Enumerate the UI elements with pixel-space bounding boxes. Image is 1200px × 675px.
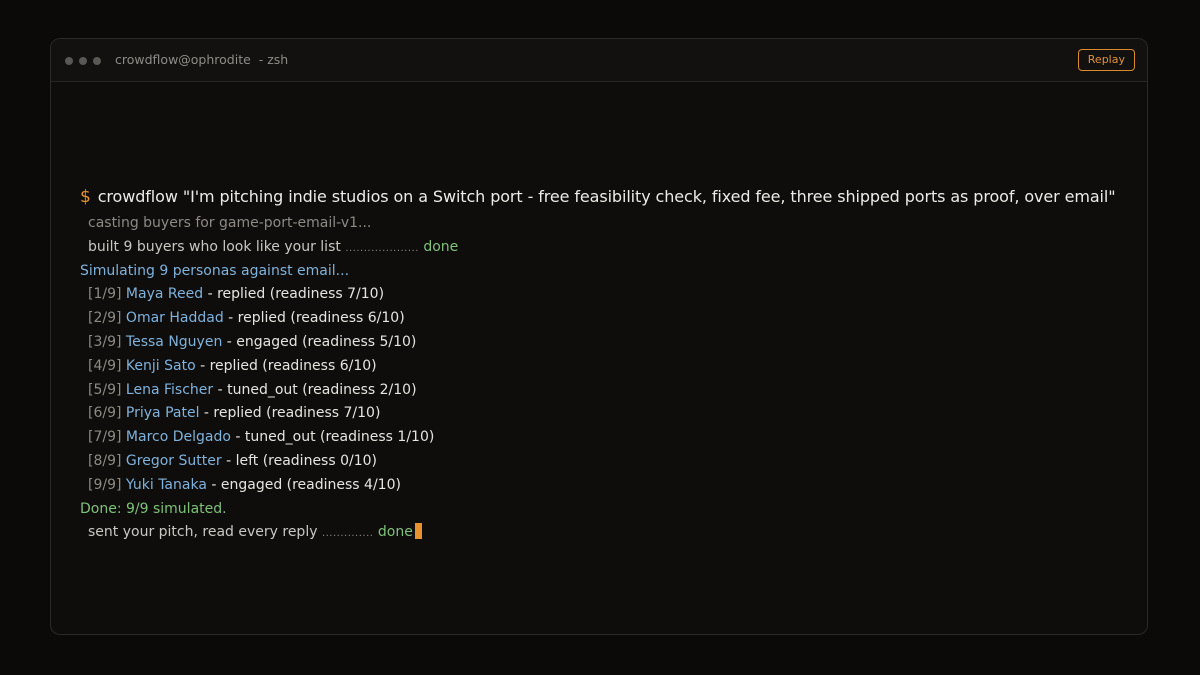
- list-item: [5/9] Lena Fischer - tuned_out (readines…: [80, 379, 1140, 403]
- persona-index: [5/9]: [88, 381, 122, 398]
- built-text: built 9 buyers who look like your list: [88, 238, 341, 255]
- cursor-block: [414, 523, 422, 540]
- list-item: [4/9] Kenji Sato - replied (readiness 6/…: [80, 355, 1140, 379]
- title-bar: crowdflow@ophrodite - zsh Replay: [51, 39, 1147, 82]
- persona-index: [9/9]: [88, 476, 122, 493]
- persona-result: - replied (readiness 6/10): [228, 310, 405, 327]
- maximize-dot-icon[interactable]: [93, 57, 101, 65]
- persona-name: Omar Haddad: [125, 310, 224, 327]
- sent-leader: ..............: [321, 528, 374, 540]
- window-title: crowdflow@ophrodite - zsh: [115, 52, 289, 67]
- persona-index: [4/9]: [88, 357, 122, 374]
- sent-status: done: [377, 524, 413, 541]
- persona-index: [7/9]: [88, 429, 122, 446]
- built-line: built 9 buyers who look like your list .…: [80, 236, 1140, 260]
- persona-result: - replied (readiness 7/10): [203, 405, 381, 422]
- list-item: [3/9] Tessa Nguyen - engaged (readiness …: [80, 331, 1140, 355]
- persona-name: Lena Fischer: [125, 381, 214, 398]
- terminal-output: $ crowdflow "I'm pitching indie studios …: [80, 182, 1140, 545]
- prompt-symbol: $: [80, 187, 91, 207]
- sent-line: sent your pitch, read every reply ......…: [80, 521, 1140, 545]
- persona-result: - replied (readiness 7/10): [207, 286, 385, 303]
- replay-button[interactable]: Replay: [1077, 49, 1135, 71]
- list-item: [2/9] Omar Haddad - replied (readiness 6…: [80, 307, 1140, 331]
- done-line: Done: 9/9 simulated.: [80, 500, 227, 517]
- list-item: [6/9] Priya Patel - replied (readiness 7…: [80, 402, 1140, 426]
- list-item: [9/9] Yuki Tanaka - engaged (readiness 4…: [80, 474, 1140, 498]
- persona-result: - left (readiness 0/10): [226, 452, 377, 469]
- casting-line: casting buyers for game-port-email-v1...: [88, 215, 372, 231]
- persona-result: - tuned_out (readiness 2/10): [217, 381, 417, 398]
- window-controls: [65, 57, 101, 65]
- close-dot-icon[interactable]: [65, 57, 73, 65]
- persona-name: Gregor Sutter: [125, 452, 222, 469]
- persona-result: - replied (readiness 6/10): [200, 357, 377, 374]
- list-item: [7/9] Marco Delgado - tuned_out (readine…: [80, 426, 1140, 450]
- persona-index: [1/9]: [88, 286, 122, 303]
- terminal-window: crowdflow@ophrodite - zsh Replay $ crowd…: [50, 38, 1148, 635]
- persona-index: [8/9]: [88, 452, 122, 469]
- persona-result: - engaged (readiness 5/10): [226, 333, 417, 350]
- persona-name: Yuki Tanaka: [125, 476, 207, 493]
- persona-index: [2/9]: [88, 310, 122, 327]
- built-status: done: [423, 238, 459, 255]
- persona-list: [1/9] Maya Reed - replied (readiness 7/1…: [80, 283, 1140, 497]
- command-name: crowdflow: [97, 187, 178, 206]
- list-item: [1/9] Maya Reed - replied (readiness 7/1…: [80, 283, 1140, 307]
- persona-index: [6/9]: [88, 405, 122, 422]
- persona-name: Kenji Sato: [125, 357, 196, 374]
- sent-text: sent your pitch, read every reply: [88, 524, 318, 541]
- built-leader: ....................: [345, 242, 419, 254]
- persona-result: - engaged (readiness 4/10): [211, 476, 401, 493]
- persona-name: Marco Delgado: [125, 429, 231, 446]
- list-item: [8/9] Gregor Sutter - left (readiness 0/…: [80, 450, 1140, 474]
- persona-index: [3/9]: [88, 333, 122, 350]
- persona-name: Priya Patel: [125, 405, 200, 422]
- command-line: $ crowdflow "I'm pitching indie studios …: [80, 182, 1140, 212]
- persona-result: - tuned_out (readiness 1/10): [235, 429, 435, 446]
- persona-name: Maya Reed: [125, 286, 204, 303]
- simulating-line: Simulating 9 personas against email...: [80, 262, 350, 279]
- persona-name: Tessa Nguyen: [125, 333, 223, 350]
- minimize-dot-icon[interactable]: [79, 57, 87, 65]
- command-argument: "I'm pitching indie studios on a Switch …: [182, 187, 1116, 206]
